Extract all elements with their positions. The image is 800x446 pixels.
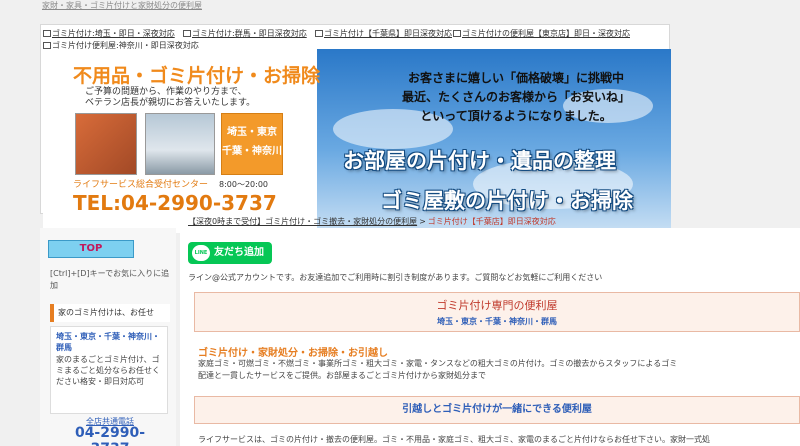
service-area-badge: 埼玉・東京 千葉・神奈川 (221, 113, 283, 175)
highlight-areas: 埼玉・東京・千葉・神奈川・群馬 (437, 317, 557, 326)
banner-headline-2: ゴミ屋敷の片付け・お掃除 (381, 189, 633, 213)
side-box-title: 家のゴミ片付けは、お任せ (50, 304, 170, 322)
highlight-title: ゴミ片付け専門の便利屋 (436, 299, 558, 312)
staff-photo (75, 113, 137, 175)
line-icon: LINE (192, 245, 210, 261)
center-name: ライフサービス総合受付センター (73, 180, 209, 190)
page-icon (43, 30, 51, 37)
quicklink-saitama[interactable]: ゴミ片付け:埼玉・即日・深夜対応 (43, 28, 175, 40)
section-heading: ゴミ片付け・家財処分・お掃除・お引越し (198, 348, 388, 359)
page-container: ゴミ片付け:埼玉・即日・深夜対応 ゴミ片付け:群馬・即日深夜対応 ゴミ片付け【千… (40, 24, 671, 233)
side-phone-number[interactable]: 04-2990-3737 (60, 425, 160, 446)
side-box-text: 家のまるごとゴミ片付け、ゴミまるごと処分ならお任せください格安・即日対応可 (56, 355, 160, 386)
breadcrumb-home-link[interactable]: 【深夜0時まで受付】ゴミ片付け・ゴミ撤去・家財処分の便利屋 (188, 217, 417, 226)
quicklink-tokyo[interactable]: ゴミ片付けの便利屋【東京店】即日・深夜対応 (453, 28, 630, 40)
side-box-area: 埼玉・東京・千葉・神奈川・群馬 (56, 332, 160, 352)
banner-subtitle: ご予算の問題から、作業のやり方まで、 ベテラン店長が親切にお答えいたします。 (85, 87, 256, 108)
line-button-label: 友だち追加 (214, 247, 264, 258)
page-icon (183, 30, 191, 37)
highlight-box: ゴミ片付け専門の便利屋 埼玉・東京・千葉・神奈川・群馬 (194, 292, 800, 332)
page-icon (315, 30, 323, 37)
quicklink-chiba[interactable]: ゴミ片付け【千葉県】即日深夜対応 (315, 28, 452, 40)
side-info-box: 埼玉・東京・千葉・神奈川・群馬 家のまるごとゴミ片付け、ゴミまるごと処分ならお任… (50, 326, 168, 414)
site-caption-link[interactable]: 家財・家具・ゴミ片付けと家財処分の便利屋 (42, 0, 202, 11)
banner-title: 不用品・ゴミ片付け・お掃除 (73, 65, 321, 87)
top-button[interactable]: TOP (48, 240, 134, 258)
banner-phone: TEL:04-2990-3737 (73, 191, 277, 215)
hero-banner[interactable]: 不用品・ゴミ片付け・お掃除 ご予算の問題から、作業のやり方まで、 ベテラン店長が… (43, 49, 671, 233)
section-body: 家庭ゴミ・可燃ゴミ・不燃ゴミ・事業所ゴミ・粗大ゴミ・家電・タンスなどの粗大ゴミの… (198, 359, 678, 380)
truck-photo (145, 113, 215, 175)
business-hours: 8:00～20:00 (219, 180, 269, 189)
highlight-box-2: 引越しとゴミ片付けが一緒にできる便利屋 (194, 396, 800, 424)
line-add-friend-button[interactable]: LINE 友だち追加 (188, 242, 272, 264)
banner-message: お客さまに嬉しい「価格破壊」に挑戦中 最近、たくさんのお客様から「お安いね」 と… (401, 71, 630, 123)
intro-text: ライフサービスは、ゴミの片付け・撤去の便利屋。ゴミ・不用品・家庭ゴミ、粗大ゴミ、… (198, 435, 710, 444)
line-note: ライン@公式アカウントです。お友達追加でご利用時に割引き制度があります。ご質問な… (188, 273, 603, 282)
sidebar: TOP [Ctrl]+[D]キーでお気に入りに追加 家のゴミ片付けは、お任せ 埼… (40, 228, 176, 446)
main-content: LINE 友だち追加 ライン@公式アカウントです。お友達追加でご利用時に割引き制… (180, 228, 800, 446)
banner-headline-1: お部屋の片付け・遺品の整理 (343, 149, 616, 173)
page-icon (43, 42, 51, 49)
breadcrumb: 【深夜0時まで受付】ゴミ片付け・ゴミ撤去・家財処分の便利屋 > ゴミ片付け【千葉店】… (188, 216, 556, 227)
quicklink-gunma[interactable]: ゴミ片付け:群馬・即日深夜対応 (183, 28, 307, 40)
breadcrumb-current: ゴミ片付け【千葉店】即日深夜対応 (427, 217, 556, 226)
breadcrumb-separator: > (419, 217, 426, 226)
page-icon (453, 30, 461, 37)
bookmark-hint: [Ctrl]+[D]キーでお気に入りに追加 (50, 269, 170, 290)
